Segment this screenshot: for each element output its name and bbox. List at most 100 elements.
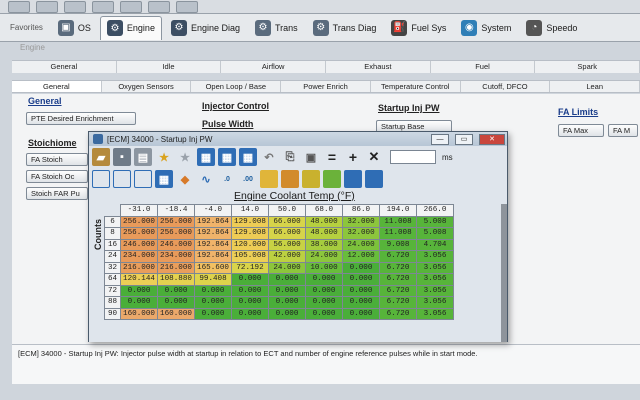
table-cell[interactable]: 0.000: [231, 296, 269, 309]
column-header[interactable]: 14.0: [231, 204, 269, 217]
row-header[interactable]: 90: [104, 307, 121, 320]
tab-fuel-sys[interactable]: ⛽ Fuel Sys: [385, 16, 452, 40]
table-cell[interactable]: 10.000: [305, 261, 343, 274]
fa-stoich-button[interactable]: FA Stoich: [26, 153, 88, 166]
row-header[interactable]: 8: [104, 227, 121, 240]
table-cell[interactable]: 66.000: [268, 215, 306, 228]
subtab-fuel[interactable]: Fuel: [431, 61, 536, 73]
decimal-decrease-icon[interactable]: .00: [239, 170, 257, 188]
table-cell[interactable]: 105.008: [231, 250, 269, 263]
table-cell[interactable]: 48.000: [305, 227, 343, 240]
table-cell[interactable]: 0.000: [268, 296, 306, 309]
plus-icon[interactable]: +: [344, 148, 362, 166]
table-cell[interactable]: 42.000: [268, 250, 306, 263]
column-header[interactable]: -31.0: [120, 204, 158, 217]
decimal-increase-icon[interactable]: .0: [218, 170, 236, 188]
subtab-exhaust[interactable]: Exhaust: [326, 61, 431, 73]
table-cell[interactable]: 66.000: [268, 227, 306, 240]
table-cell[interactable]: 0.000: [194, 284, 232, 297]
table-cell[interactable]: 256.000: [120, 227, 158, 240]
subtab-temperature-control[interactable]: Temperature Control: [371, 81, 461, 92]
subtab-power-enrich[interactable]: Power Enrich: [281, 81, 371, 92]
table-cell[interactable]: 0.000: [231, 273, 269, 286]
table-cell[interactable]: 165.600: [194, 261, 232, 274]
table-cell[interactable]: 120.000: [231, 238, 269, 251]
row-header[interactable]: 72: [104, 284, 121, 297]
table-cell[interactable]: 48.000: [305, 215, 343, 228]
pte-desired-enrichment-button[interactable]: PTE Desired Enrichment: [26, 112, 136, 125]
export-icon[interactable]: [365, 170, 383, 188]
layout-single-icon[interactable]: [92, 170, 110, 188]
minimize-button[interactable]: —: [431, 133, 449, 145]
table-cell[interactable]: 0.000: [342, 284, 380, 297]
multiply-icon[interactable]: ✕: [365, 148, 383, 166]
grid-icon[interactable]: ▦: [155, 170, 173, 188]
print-icon[interactable]: ▤: [134, 148, 152, 166]
tab-os[interactable]: ▣ OS: [52, 16, 97, 40]
table-cell[interactable]: 6.720: [379, 250, 417, 263]
table-cell[interactable]: 0.000: [342, 261, 380, 274]
table-cell[interactable]: 192.864: [194, 250, 232, 263]
table-cell[interactable]: 6.720: [379, 307, 417, 320]
table-cell[interactable]: 5.008: [416, 215, 454, 228]
tab-trans-diag[interactable]: ⚙ Trans Diag: [307, 16, 383, 40]
table-cell[interactable]: 234.000: [120, 250, 158, 263]
table-cell[interactable]: 0.000: [342, 307, 380, 320]
table-cell[interactable]: 129.008: [231, 227, 269, 240]
table-cell[interactable]: 12.000: [342, 250, 380, 263]
table-cell[interactable]: 0.000: [194, 307, 232, 320]
toolbar-icon[interactable]: [120, 1, 142, 13]
table-cell[interactable]: 216.000: [157, 261, 195, 274]
tab-engine-diag[interactable]: ⚙ Engine Diag: [165, 16, 246, 40]
table-cell[interactable]: 72.192: [231, 261, 269, 274]
graph-icon[interactable]: ∿: [197, 170, 215, 188]
table-cell[interactable]: 6.720: [379, 261, 417, 274]
table-cell[interactable]: 192.864: [194, 238, 232, 251]
toolbar-icon[interactable]: [64, 1, 86, 13]
subtab-general[interactable]: General: [12, 81, 102, 92]
subtab-spark[interactable]: Spark: [535, 61, 640, 73]
toolbar-icon[interactable]: [148, 1, 170, 13]
stoich-far-button[interactable]: Stoich FAR Pu: [26, 187, 88, 200]
maximize-button[interactable]: ▭: [455, 133, 473, 145]
table-cell[interactable]: 256.000: [157, 227, 195, 240]
table-cell[interactable]: 3.056: [416, 250, 454, 263]
table-cell[interactable]: 160.000: [120, 307, 158, 320]
tab-engine[interactable]: ⚙ Engine: [99, 15, 162, 40]
column-header[interactable]: 86.0: [342, 204, 380, 217]
table-cell[interactable]: 0.000: [268, 273, 306, 286]
table-cell[interactable]: 3.056: [416, 284, 454, 297]
layout-columns-icon[interactable]: [134, 170, 152, 188]
undo-icon[interactable]: ↶: [260, 148, 278, 166]
open-icon[interactable]: ▰: [92, 148, 110, 166]
copy-icon[interactable]: ⎘: [281, 148, 299, 166]
subtab-airflow[interactable]: Airflow: [221, 61, 327, 73]
table-cell[interactable]: 0.000: [120, 284, 158, 297]
interpolate-icon[interactable]: [260, 170, 278, 188]
column-header[interactable]: 50.0: [268, 204, 306, 217]
value-input[interactable]: [390, 150, 436, 164]
history-table-icon[interactable]: ▦: [239, 148, 257, 166]
table-cell[interactable]: 192.864: [194, 215, 232, 228]
table-cell[interactable]: 6.720: [379, 284, 417, 297]
tab-speedo[interactable]: ◔ Speedo: [520, 16, 583, 40]
table-cell[interactable]: 216.000: [120, 261, 158, 274]
toolbar-icon[interactable]: [176, 1, 198, 13]
paste-icon[interactable]: ▣: [302, 148, 320, 166]
table-cell[interactable]: 0.000: [342, 273, 380, 286]
table-cell[interactable]: 0.000: [157, 296, 195, 309]
table-cell[interactable]: 6.720: [379, 273, 417, 286]
fill-down-icon[interactable]: [302, 170, 320, 188]
table-cell[interactable]: 0.000: [231, 284, 269, 297]
column-header[interactable]: 194.0: [379, 204, 417, 217]
favorite-star-icon[interactable]: ★: [155, 148, 173, 166]
subtab-oxygen-sensors[interactable]: Oxygen Sensors: [102, 81, 192, 92]
table-cell[interactable]: 4.704: [416, 238, 454, 251]
row-header[interactable]: 16: [104, 238, 121, 251]
fa-stoich-oc-button[interactable]: FA Stoich Oc: [26, 170, 88, 183]
compare-table-icon[interactable]: ▦: [218, 148, 236, 166]
unfavorite-star-icon[interactable]: ★: [176, 148, 194, 166]
favorites-label[interactable]: Favorites: [4, 16, 49, 40]
table-cell[interactable]: 0.000: [120, 296, 158, 309]
table-cell[interactable]: 5.008: [416, 227, 454, 240]
